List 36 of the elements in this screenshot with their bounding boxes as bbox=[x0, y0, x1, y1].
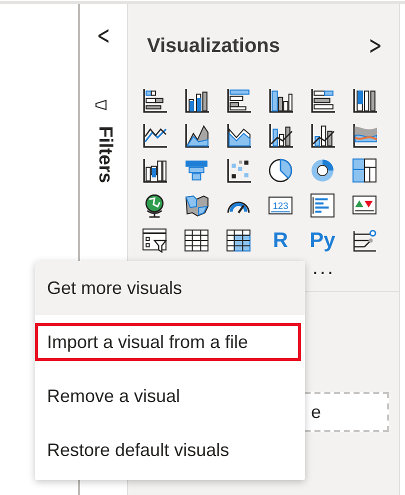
column-chart-icon[interactable] bbox=[184, 88, 209, 113]
collapse-button[interactable]: < bbox=[96, 23, 110, 49]
menu-item[interactable]: Get more visuals bbox=[35, 261, 305, 315]
bar-chart-icon[interactable] bbox=[226, 88, 251, 113]
waterfall-chart-icon[interactable] bbox=[142, 158, 167, 183]
script-visual-button[interactable]: R bbox=[268, 228, 293, 253]
scatter-chart-icon[interactable] bbox=[226, 158, 251, 183]
menu-item[interactable]: Import a visual from a file bbox=[35, 323, 301, 361]
list-icon[interactable] bbox=[310, 193, 335, 218]
column-chart-icon[interactable] bbox=[268, 88, 293, 113]
menu-item[interactable]: Remove a visual bbox=[35, 369, 305, 423]
pane-title[interactable]: Filters bbox=[94, 126, 116, 184]
pie-chart-icon[interactable] bbox=[268, 158, 293, 183]
line-column-chart-icon[interactable] bbox=[268, 123, 293, 148]
treemap-icon[interactable] bbox=[352, 158, 377, 183]
decomposition-tree-icon[interactable] bbox=[352, 228, 377, 253]
area-chart-icon[interactable] bbox=[184, 123, 209, 148]
script-visual-button[interactable]: Py bbox=[310, 228, 335, 253]
menu-item[interactable]: Restore default visuals bbox=[35, 423, 305, 477]
bar-chart-icon[interactable] bbox=[310, 88, 335, 113]
pane-title: Visualizations bbox=[147, 34, 280, 58]
donut-chart-icon[interactable] bbox=[310, 158, 335, 183]
matrix-icon[interactable] bbox=[226, 228, 251, 253]
area-chart-icon[interactable] bbox=[226, 123, 251, 148]
ribbon-chart-icon[interactable] bbox=[352, 123, 377, 148]
funnel-icon[interactable] bbox=[184, 158, 209, 183]
line-chart-icon[interactable] bbox=[142, 123, 167, 148]
field-well-text: e bbox=[310, 402, 321, 422]
slicer-icon[interactable] bbox=[142, 228, 167, 253]
expand-button[interactable]: > bbox=[368, 33, 382, 59]
table-icon[interactable] bbox=[184, 228, 209, 253]
line-column-chart-icon[interactable] bbox=[310, 123, 335, 148]
map-icon[interactable] bbox=[184, 193, 209, 218]
column-chart-icon[interactable] bbox=[352, 88, 377, 113]
bar-chart-icon[interactable] bbox=[142, 88, 167, 113]
more-button[interactable]: ... bbox=[312, 257, 335, 279]
